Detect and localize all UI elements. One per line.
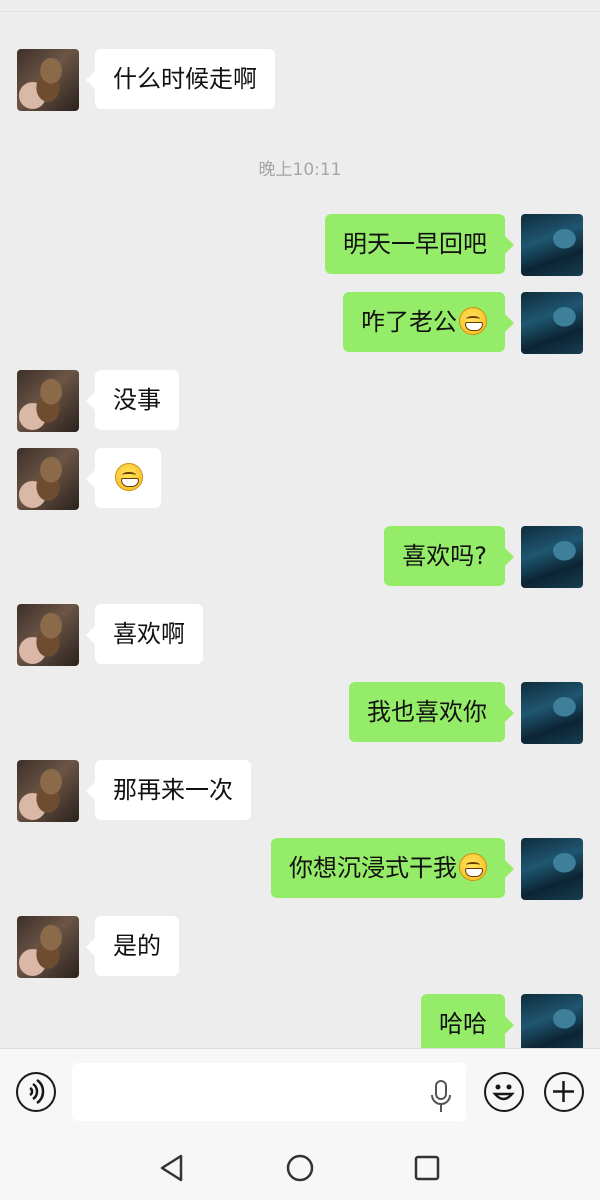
grinning-emoji-icon xyxy=(459,307,487,335)
plus-button[interactable] xyxy=(544,1072,584,1112)
message-text: 你想沉浸式干我 xyxy=(289,854,457,882)
message-bubble[interactable] xyxy=(86,448,161,508)
my-avatar[interactable] xyxy=(521,838,583,900)
message-row: 哈哈 xyxy=(0,994,600,1048)
back-triangle-icon[interactable] xyxy=(152,1148,192,1188)
grinning-emoji-icon xyxy=(115,463,143,491)
timestamp: 晚上10:11 xyxy=(258,160,342,180)
emoji-icon xyxy=(492,1084,515,1101)
message-row: 喜欢啊 xyxy=(0,604,600,666)
message-text: 喜欢吗? xyxy=(402,542,487,570)
message-text: 那再来一次 xyxy=(113,776,233,804)
message-bubble[interactable]: 是的 xyxy=(86,916,179,976)
message-bubble[interactable]: 咋了老公 xyxy=(343,292,514,352)
emoji-button[interactable] xyxy=(484,1072,524,1112)
message-row: 你想沉浸式干我 xyxy=(0,838,600,900)
message-text: 什么时候走啊 xyxy=(113,65,257,93)
message-text: 是的 xyxy=(113,932,161,960)
message-bubble[interactable]: 明天一早回吧 xyxy=(325,214,514,274)
my-avatar[interactable] xyxy=(521,214,583,276)
my-avatar[interactable] xyxy=(521,526,583,588)
message-text: 咋了老公 xyxy=(361,308,457,336)
voice-button[interactable] xyxy=(16,1072,56,1112)
message-row: 没事 xyxy=(0,370,600,432)
friend-avatar[interactable] xyxy=(17,760,79,822)
mic-icon[interactable] xyxy=(431,1080,451,1114)
message-bubble[interactable]: 你想沉浸式干我 xyxy=(271,838,514,898)
message-bubble[interactable]: 没事 xyxy=(86,370,179,430)
message-bubble[interactable]: 那再来一次 xyxy=(86,760,251,820)
plus-icon xyxy=(553,1081,574,1102)
my-avatar[interactable] xyxy=(521,994,583,1048)
message-row xyxy=(0,448,600,510)
friend-avatar[interactable] xyxy=(17,916,79,978)
message-bubble[interactable]: 喜欢吗? xyxy=(384,526,514,586)
message-text: 明天一早回吧 xyxy=(343,230,487,258)
message-row: 那再来一次 xyxy=(0,760,600,822)
system-nav-bar xyxy=(0,1134,600,1200)
my-avatar[interactable] xyxy=(521,292,583,354)
message-text: 我也喜欢你 xyxy=(367,698,487,726)
my-avatar[interactable] xyxy=(521,682,583,744)
message-bubble[interactable]: 什么时候走啊 xyxy=(86,49,275,109)
message-text: 哈哈 xyxy=(439,1010,487,1038)
message-row: 我也喜欢你 xyxy=(0,682,600,744)
message-text: 喜欢啊 xyxy=(113,620,185,648)
top-edge xyxy=(0,0,600,12)
recent-square-icon[interactable] xyxy=(407,1148,447,1188)
message-bubble[interactable]: 喜欢啊 xyxy=(86,604,203,664)
message-row: 是的 xyxy=(0,916,600,978)
message-bubble[interactable]: 我也喜欢你 xyxy=(349,682,514,742)
message-row: 什么时候走啊 xyxy=(0,49,600,111)
grinning-emoji-icon xyxy=(459,853,487,881)
message-bubble[interactable]: 哈哈 xyxy=(421,994,514,1048)
friend-avatar[interactable] xyxy=(17,49,79,111)
friend-avatar[interactable] xyxy=(17,448,79,510)
message-row: 咋了老公 xyxy=(0,292,600,354)
voice-icon xyxy=(29,1078,45,1105)
message-input[interactable] xyxy=(72,1063,466,1121)
chat-area[interactable]: 什么时候走啊 晚上10:11 明天一早回吧 咋了老公 没事 喜欢吗? 喜欢啊 我… xyxy=(0,12,600,1048)
friend-avatar[interactable] xyxy=(17,604,79,666)
friend-avatar[interactable] xyxy=(17,370,79,432)
input-bar xyxy=(0,1048,600,1134)
message-row: 喜欢吗? xyxy=(0,526,600,588)
message-text: 没事 xyxy=(113,386,161,414)
home-circle-icon[interactable] xyxy=(280,1148,320,1188)
message-row: 明天一早回吧 xyxy=(0,214,600,276)
